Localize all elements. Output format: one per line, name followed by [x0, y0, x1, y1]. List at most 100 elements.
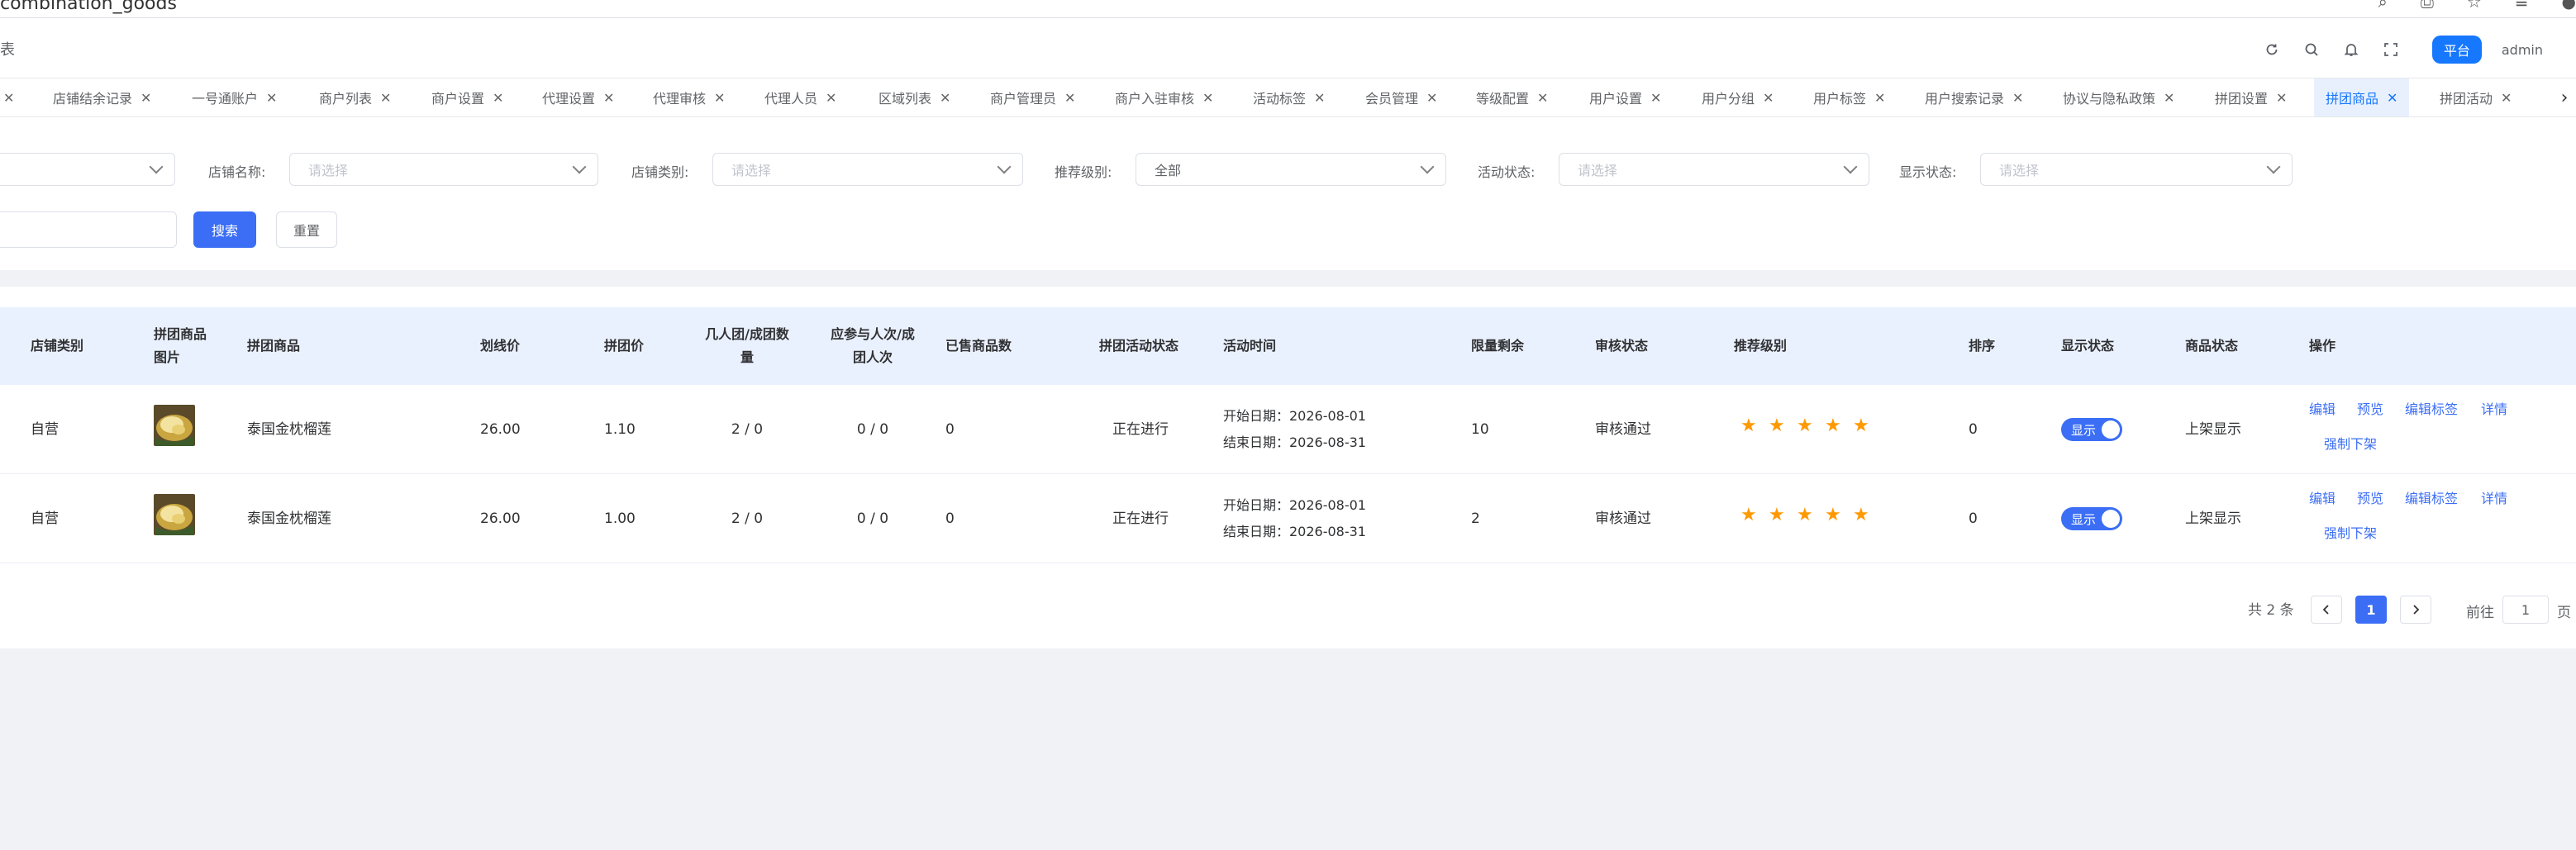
close-icon[interactable]: ✕	[2387, 90, 2397, 106]
chevron-right-icon[interactable]: ›	[2553, 78, 2576, 116]
tab-17[interactable]: 协议与隐私政策 ✕	[2063, 78, 2174, 116]
preview-link[interactable]: 预览	[2357, 398, 2383, 418]
bell-icon[interactable]	[2340, 38, 2363, 61]
tab-15[interactable]: 用户标签 ✕	[1813, 78, 1885, 116]
tab-2[interactable]: 商户列表 ✕	[319, 78, 391, 116]
page-1-button[interactable]: 1	[2355, 596, 2387, 624]
recommend-stars[interactable]: ★ ★ ★ ★ ★	[1740, 417, 1869, 435]
tab-16[interactable]: 用户搜索记录 ✕	[1925, 78, 2023, 116]
product-thumbnail[interactable]	[154, 494, 195, 535]
th-product: 拼团商品	[247, 338, 301, 354]
tab-19[interactable]: 拼团商品 ✕	[2314, 78, 2410, 116]
tab-11[interactable]: 会员管理 ✕	[1365, 78, 1437, 116]
reset-button[interactable]: 重置	[276, 211, 337, 248]
recommend-select[interactable]: 全部	[1136, 153, 1446, 186]
refresh-icon[interactable]	[2260, 38, 2283, 61]
display-status-select[interactable]: 请选择	[1980, 153, 2293, 186]
detail-link[interactable]: 详情	[2481, 398, 2507, 418]
keyword-input[interactable]	[0, 211, 177, 248]
search-icon[interactable]: ⌕	[2378, 0, 2388, 12]
tab-9[interactable]: 商户入驻审核 ✕	[1115, 78, 1213, 116]
search-icon[interactable]	[2300, 38, 2323, 61]
tab-close-partial[interactable]: ✕	[0, 78, 14, 116]
tab-3[interactable]: 商户设置 ✕	[431, 78, 503, 116]
close-icon[interactable]: ✕	[1650, 90, 1661, 106]
bookmark-icon[interactable]: ☆	[2467, 0, 2482, 12]
star-icon[interactable]: ★	[1740, 417, 1757, 435]
close-icon[interactable]: ✕	[2501, 90, 2512, 106]
edit-link[interactable]: 编辑	[2309, 487, 2336, 507]
tab-20[interactable]: 拼团活动 ✕	[2440, 78, 2512, 116]
product-thumbnail[interactable]	[154, 405, 195, 446]
profile-icon[interactable]: ●	[2562, 0, 2576, 12]
shop-name-select[interactable]: 请选择	[289, 153, 598, 186]
activity-status-select[interactable]: 请选择	[1559, 153, 1869, 186]
edit-tag-link[interactable]: 编辑标签	[2405, 398, 2458, 418]
tab-14[interactable]: 用户分组 ✕	[1702, 78, 1774, 116]
goto-page-input[interactable]: 1	[2502, 596, 2549, 624]
preview-link[interactable]: 预览	[2357, 487, 2383, 507]
search-button[interactable]: 搜索	[193, 211, 256, 248]
edit-tag-link[interactable]: 编辑标签	[2405, 487, 2458, 507]
tab-1[interactable]: 一号通账户 ✕	[192, 78, 277, 116]
close-icon[interactable]: ✕	[2276, 90, 2287, 106]
detail-link[interactable]: 详情	[2481, 487, 2507, 507]
force-off-link[interactable]: 强制下架	[2324, 433, 2377, 453]
user-menu[interactable]: admin	[2502, 42, 2576, 58]
tab-5[interactable]: 代理审核 ✕	[653, 78, 725, 116]
partial-select[interactable]	[0, 153, 175, 186]
close-icon[interactable]: ✕	[1763, 90, 1774, 106]
close-icon[interactable]: ✕	[1064, 90, 1075, 106]
menu-icon[interactable]: ≡	[2515, 0, 2529, 12]
star-icon[interactable]: ★	[1853, 417, 1869, 435]
close-icon[interactable]: ✕	[3, 90, 14, 106]
tab-0[interactable]: 店铺结余记录 ✕	[53, 78, 151, 116]
tab-6[interactable]: 代理人员 ✕	[764, 78, 836, 116]
display-toggle[interactable]: 显示	[2061, 418, 2122, 441]
star-icon[interactable]: ★	[1825, 506, 1841, 525]
cell-limit-remaining: 10	[1471, 421, 1489, 438]
tab-8[interactable]: 商户管理员 ✕	[990, 78, 1075, 116]
star-icon[interactable]: ★	[1797, 506, 1813, 525]
url-text[interactable]: combination_goods	[0, 0, 177, 14]
edit-link[interactable]: 编辑	[2309, 398, 2336, 418]
star-icon[interactable]: ★	[1769, 506, 1785, 525]
display-toggle[interactable]: 显示	[2061, 507, 2122, 530]
close-icon[interactable]: ✕	[140, 90, 151, 106]
close-icon[interactable]: ✕	[1537, 90, 1548, 106]
tab-4[interactable]: 代理设置 ✕	[542, 78, 614, 116]
close-icon[interactable]: ✕	[1314, 90, 1325, 106]
close-icon[interactable]: ✕	[1426, 90, 1437, 106]
tab-18[interactable]: 拼团设置 ✕	[2215, 78, 2287, 116]
next-page-button[interactable]	[2400, 596, 2431, 624]
star-icon[interactable]: ★	[1740, 506, 1757, 525]
close-icon[interactable]: ✕	[2164, 90, 2174, 106]
close-icon[interactable]: ✕	[1874, 90, 1885, 106]
shop-type-label: 店铺类别:	[631, 164, 689, 180]
tab-13[interactable]: 用户设置 ✕	[1589, 78, 1661, 116]
tab-10[interactable]: 活动标签 ✕	[1253, 78, 1325, 116]
star-icon[interactable]: ★	[1825, 417, 1841, 435]
tab-12[interactable]: 等级配置 ✕	[1476, 78, 1548, 116]
close-icon[interactable]: ✕	[2012, 90, 2023, 106]
close-icon[interactable]: ✕	[1202, 90, 1213, 106]
close-icon[interactable]: ✕	[714, 90, 725, 106]
close-icon[interactable]: ✕	[380, 90, 391, 106]
close-icon[interactable]: ✕	[603, 90, 614, 106]
close-icon[interactable]: ✕	[266, 90, 277, 106]
close-icon[interactable]: ✕	[826, 90, 836, 106]
prev-page-button[interactable]	[2311, 596, 2342, 624]
star-icon[interactable]: ★	[1853, 506, 1869, 525]
close-icon[interactable]: ✕	[940, 90, 950, 106]
platform-button[interactable]: 平台	[2431, 36, 2482, 64]
star-icon[interactable]: ★	[1797, 417, 1813, 435]
chevron-down-icon	[997, 159, 1012, 174]
star-icon[interactable]: ★	[1769, 417, 1785, 435]
share-icon[interactable]: ⎙	[2421, 0, 2434, 12]
recommend-stars[interactable]: ★ ★ ★ ★ ★	[1740, 506, 1869, 525]
close-icon[interactable]: ✕	[493, 90, 503, 106]
fullscreen-icon[interactable]	[2379, 38, 2402, 61]
shop-type-select[interactable]: 请选择	[712, 153, 1023, 186]
tab-7[interactable]: 区域列表 ✕	[879, 78, 950, 116]
force-off-link[interactable]: 强制下架	[2324, 522, 2377, 542]
